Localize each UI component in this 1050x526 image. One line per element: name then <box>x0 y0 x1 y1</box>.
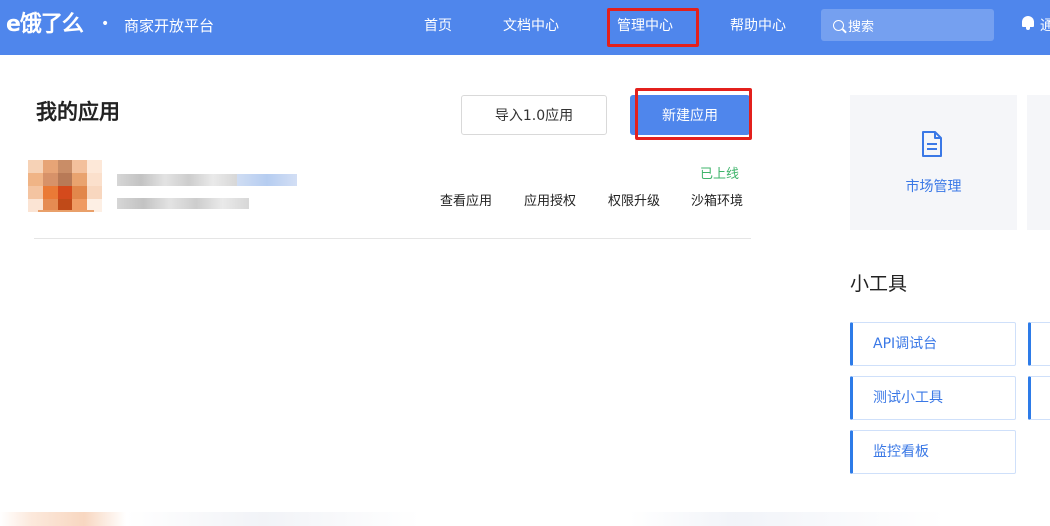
app-name-redacted-link <box>237 174 297 186</box>
avatar-pixel <box>72 160 88 173</box>
avatar-pixel <box>57 186 73 199</box>
avatar-pixel <box>42 160 58 173</box>
search-input[interactable]: 搜索 <box>821 9 994 41</box>
view-app-link[interactable]: 查看应用 <box>440 193 492 211</box>
app-id-redacted <box>117 198 249 209</box>
avatar-pixel <box>42 173 58 186</box>
app-authorization-link[interactable]: 应用授权 <box>524 193 576 211</box>
app-status-badge: 已上线 <box>700 167 740 182</box>
avatar-pixel <box>57 160 73 173</box>
avatar-pixel <box>72 173 88 186</box>
tool-button-partial[interactable] <box>1028 322 1050 366</box>
document-icon <box>922 131 942 157</box>
create-app-button[interactable]: 新建应用 <box>630 95 750 135</box>
avatar-pixel <box>57 173 73 186</box>
test-tools-button[interactable]: 测试小工具 <box>850 376 1016 420</box>
avatar-pixel <box>87 173 102 186</box>
permission-upgrade-link[interactable]: 权限升级 <box>608 193 660 211</box>
nav-management-center[interactable]: 管理中心 <box>617 16 673 36</box>
search-placeholder: 搜索 <box>848 19 875 35</box>
market-management-card[interactable]: 市场管理 <box>850 95 1017 230</box>
avatar-pixel <box>72 186 88 199</box>
bell-icon[interactable] <box>1021 15 1035 31</box>
avatar-pixel <box>87 160 102 173</box>
top-navigation-bar: e饿了么 • 商家开放平台 首页 文档中心 管理中心 帮助中心 搜索 通 <box>0 0 1050 55</box>
monitoring-dashboard-button[interactable]: 监控看板 <box>850 430 1016 474</box>
eleme-logo[interactable]: e饿了么 <box>6 11 84 39</box>
search-icon <box>833 19 844 31</box>
app-avatar[interactable] <box>28 160 102 212</box>
nav-home[interactable]: 首页 <box>424 16 452 36</box>
avatar-pixel <box>28 186 43 199</box>
tool-button-partial[interactable] <box>1028 376 1050 420</box>
avatar-pixel <box>87 186 102 199</box>
tools-section-title: 小工具 <box>850 273 908 295</box>
platform-name[interactable]: 商家开放平台 <box>124 16 214 36</box>
market-management-label: 市场管理 <box>905 179 962 195</box>
logo-separator: • <box>101 16 110 32</box>
avatar-pixel <box>28 173 43 186</box>
page-title: 我的应用 <box>36 100 120 124</box>
bottom-blurred-content <box>0 512 1050 526</box>
import-app-button[interactable]: 导入1.0应用 <box>461 95 607 135</box>
side-card-partial[interactable] <box>1027 95 1050 230</box>
app-name-redacted <box>117 174 237 186</box>
sandbox-environment-link[interactable]: 沙箱环境 <box>691 193 743 211</box>
notification-label[interactable]: 通 <box>1040 16 1050 36</box>
api-debug-console-button[interactable]: API调试台 <box>850 322 1016 366</box>
avatar-pixel <box>28 160 43 173</box>
avatar-pixel <box>42 186 58 199</box>
nav-help-center[interactable]: 帮助中心 <box>730 16 786 36</box>
nav-docs-center[interactable]: 文档中心 <box>503 16 559 36</box>
avatar-underline <box>38 210 94 212</box>
app-list-divider <box>34 238 751 239</box>
